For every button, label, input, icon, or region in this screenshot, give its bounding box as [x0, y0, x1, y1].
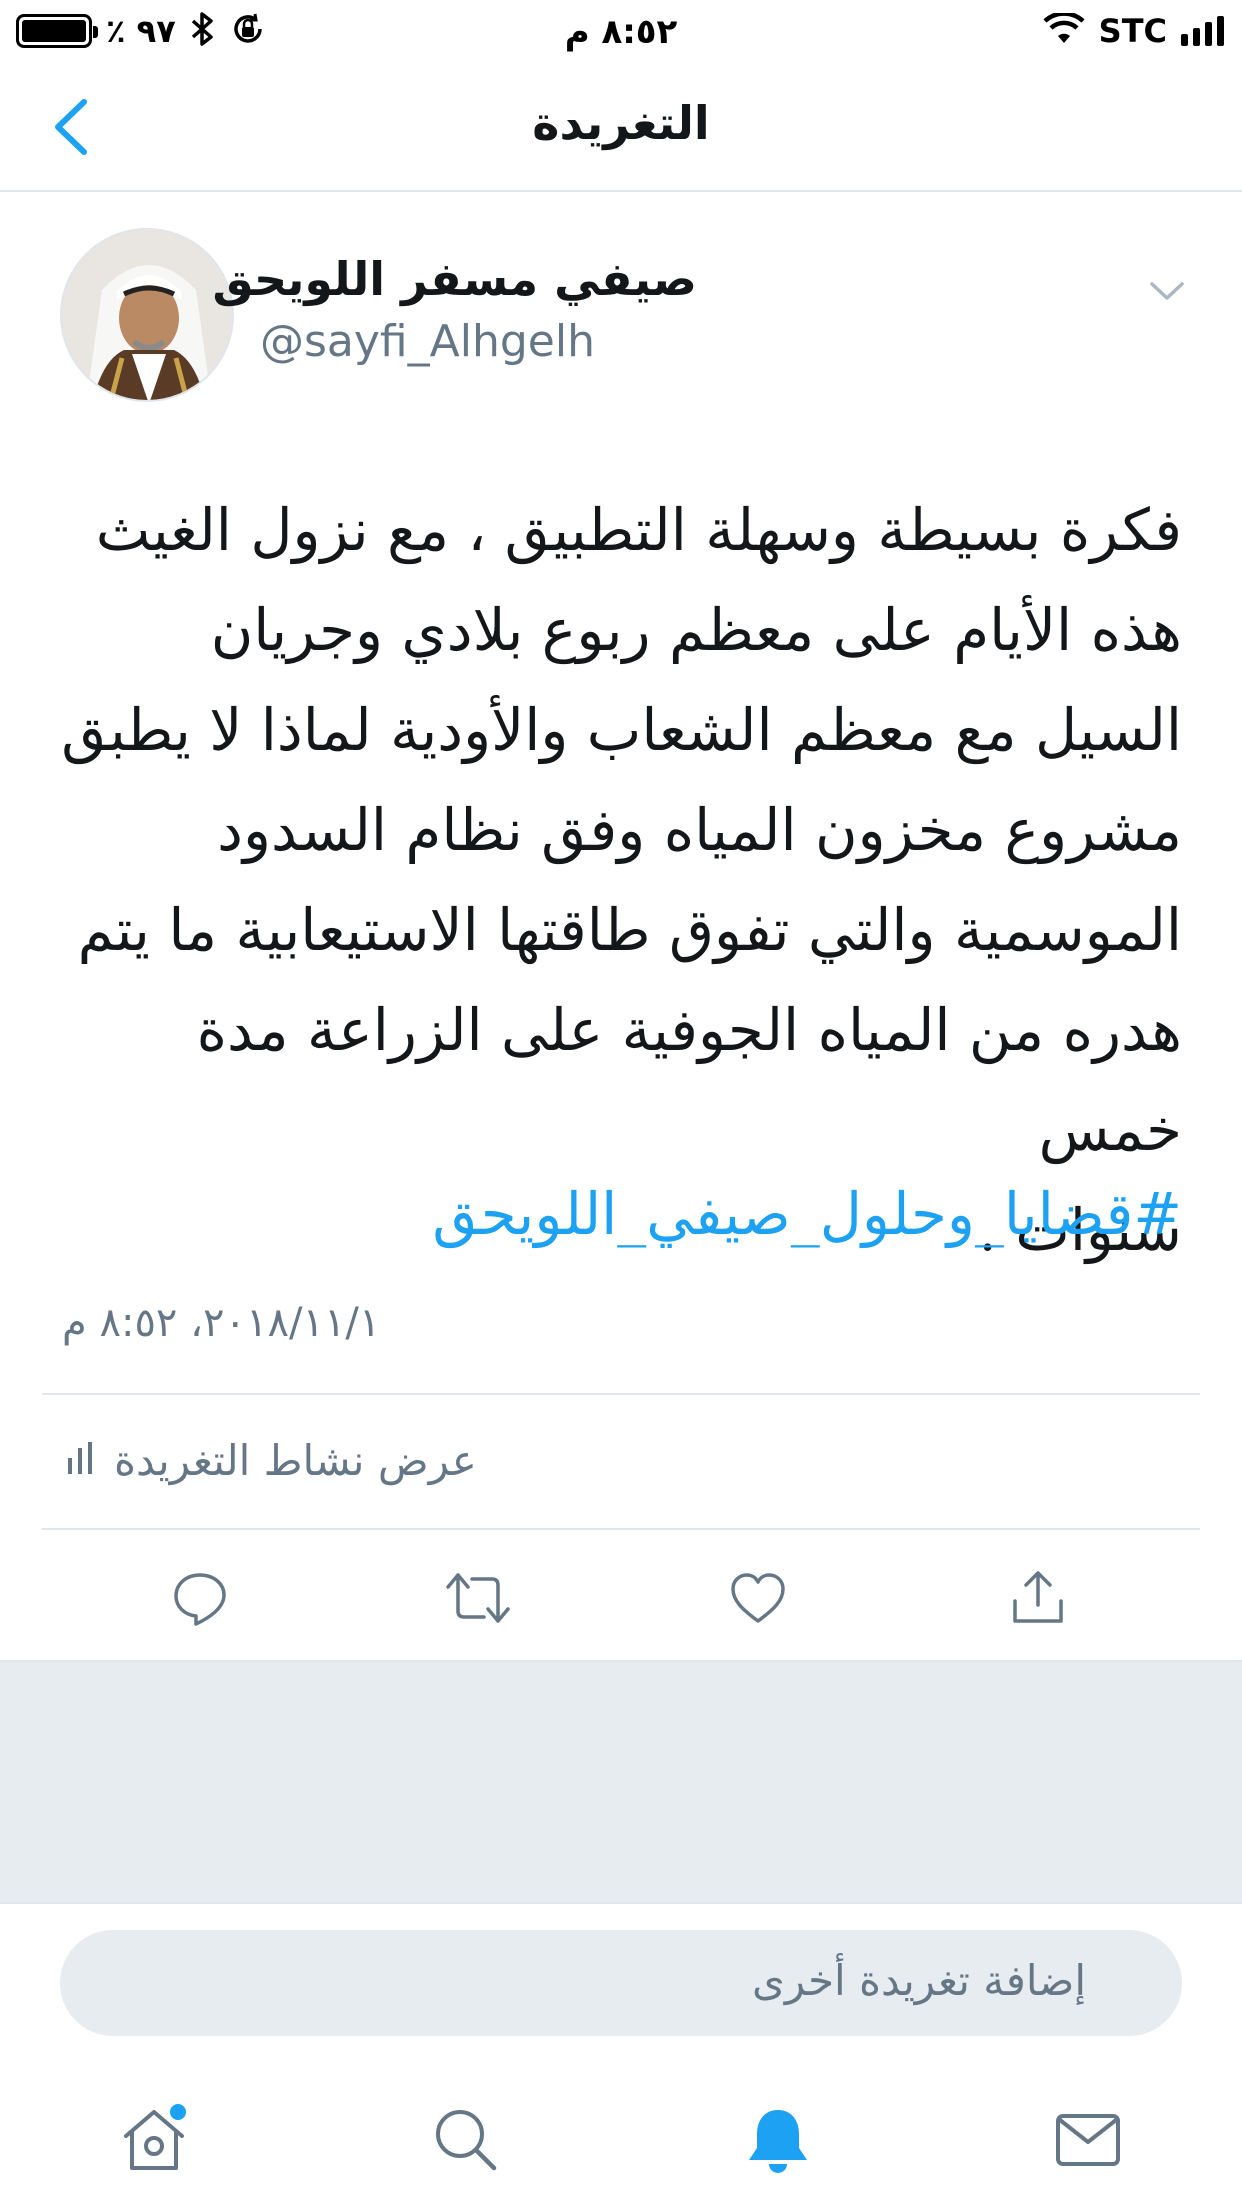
divider: [42, 1528, 1200, 1530]
tab-messages[interactable]: [1048, 2100, 1128, 2180]
notifications-icon: [749, 2110, 807, 2173]
author-handle[interactable]: @sayfi_Alhgelh: [260, 316, 595, 367]
tweet-activity-link[interactable]: عرض نشاط التغريدة: [66, 1430, 477, 1490]
like-button[interactable]: [720, 1560, 796, 1636]
tweet-text-line: فكرة بسيطة وسهلة التطبيق ، مع نزول الغيث: [95, 496, 1182, 564]
status-bar: ٪ ٩٧ ٨:٥٢ م STC: [0, 0, 1242, 62]
tweet-actions: [0, 1560, 1242, 1636]
share-button[interactable]: [1000, 1560, 1076, 1636]
chevron-down-icon: [1150, 282, 1184, 300]
tweet-text-line: الموسمية والتي تفوق طاقتها الاستيعابية م…: [77, 896, 1182, 964]
reply-button[interactable]: [162, 1560, 238, 1636]
home-notification-dot: [170, 2104, 186, 2120]
tweet-text-line: مشروع مخزون المياه وفق نظام السدود: [217, 796, 1182, 864]
author-name[interactable]: صيفي مسفر اللويحق: [213, 252, 697, 306]
reply-input[interactable]: إضافة تغريدة أخرى: [60, 1930, 1182, 2036]
tweet-text-line: هدره من المياه الجوفية على الزراعة مدة خ…: [196, 996, 1182, 1164]
messages-icon: [1056, 2114, 1120, 2166]
avatar[interactable]: [60, 228, 234, 402]
tweet-text-line: السيل مع معظم الشعاب والأودية لماذا لا ي…: [61, 696, 1182, 764]
tab-search[interactable]: [426, 2100, 506, 2180]
status-bar-right: STC: [1043, 10, 1224, 52]
empty-replies-area: [0, 1660, 1242, 1904]
like-icon: [731, 1573, 785, 1623]
nav-header: التغريدة: [0, 62, 1242, 192]
hashtag-link[interactable]: #قضايا_وحلول_صيفي_اللويحق: [432, 1180, 1182, 1248]
page-title: التغريدة: [532, 96, 710, 150]
tweet-text-line: هذه الأيام على معظم ربوع بلادي وجريان: [210, 596, 1182, 664]
tweet-text: فكرة بسيطة وسهلة التطبيق ، مع نزول الغيث…: [52, 480, 1182, 1280]
tweet-options-button[interactable]: [1144, 268, 1190, 314]
retweet-button[interactable]: [440, 1560, 516, 1636]
tab-home[interactable]: [114, 2100, 194, 2180]
tab-notifications[interactable]: [738, 2100, 818, 2180]
reply-icon: [174, 1573, 226, 1626]
share-icon: [1013, 1571, 1063, 1623]
wifi-icon: [1043, 11, 1085, 49]
activity-bars-icon: [66, 1440, 94, 1480]
carrier-name: STC: [1098, 12, 1167, 50]
divider: [42, 1393, 1200, 1395]
activity-label: عرض نشاط التغريدة: [114, 1435, 477, 1485]
reply-placeholder: إضافة تغريدة أخرى: [752, 1956, 1086, 2005]
search-icon: [436, 2110, 497, 2171]
signal-icon: [1181, 16, 1224, 46]
tweet-timestamp: ٢٠١٨/١١/١، ٨:٥٢ م: [62, 1300, 381, 1346]
tab-bar: [0, 2080, 1242, 2208]
retweet-icon: [446, 1573, 510, 1623]
